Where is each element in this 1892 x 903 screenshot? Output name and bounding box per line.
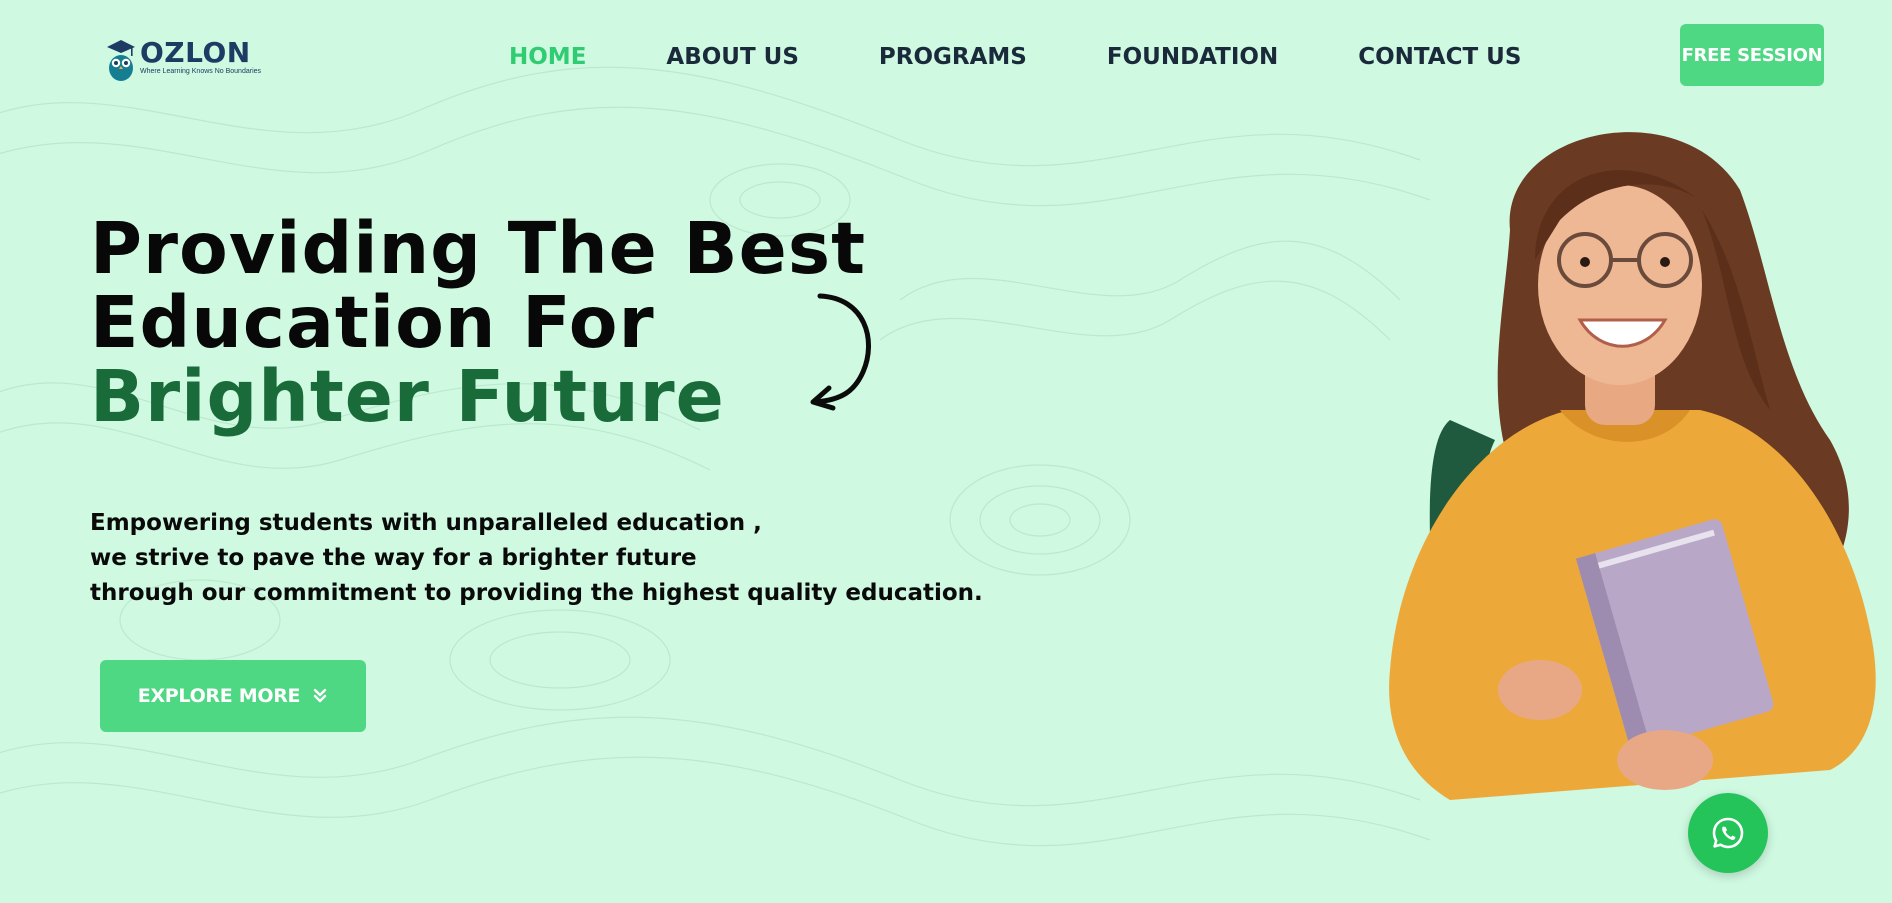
whatsapp-icon <box>1712 817 1744 849</box>
main-nav: HOME ABOUT US PROGRAMS FOUNDATION CONTAC… <box>509 40 1521 74</box>
explore-more-button[interactable]: EXPLORE MORE <box>100 660 366 732</box>
brand-name: OZLON <box>140 36 251 69</box>
hero-title-line-2: Education For <box>90 281 655 364</box>
double-chevron-down-icon <box>314 688 327 703</box>
hero-desc-line-2: we strive to pave the way for a brighter… <box>90 545 697 571</box>
free-session-button[interactable]: FREE SESSION <box>1680 24 1824 86</box>
curved-arrow-icon <box>810 293 872 411</box>
hero-heading-block: Providing The Best Education For Brighte… <box>90 212 866 434</box>
nav-about-us[interactable]: ABOUT US <box>666 40 799 74</box>
hero-title: Providing The Best Education For Brighte… <box>90 212 866 434</box>
hero-description: Empowering students with unparalleled ed… <box>90 506 983 611</box>
nav-contact-us[interactable]: CONTACT US <box>1358 40 1521 74</box>
hero-desc-line-3: through our commitment to providing the … <box>90 580 983 606</box>
nav-programs[interactable]: PROGRAMS <box>879 40 1027 74</box>
hero-title-accent: Brighter Future <box>90 355 725 438</box>
nav-home[interactable]: HOME <box>509 40 586 74</box>
hero-title-line-1: Providing The Best <box>90 207 867 290</box>
site-header: OZLON Where Learning Knows No Boundaries… <box>0 0 1892 112</box>
whatsapp-chat-button[interactable] <box>1688 793 1768 873</box>
brand-logo[interactable]: OZLON Where Learning Knows No Boundaries <box>106 38 261 82</box>
hero-desc-line-1: Empowering students with unparalleled ed… <box>90 510 762 536</box>
nav-foundation[interactable]: FOUNDATION <box>1107 40 1278 74</box>
owl-graduate-icon <box>107 40 135 81</box>
student-photo <box>1389 132 1876 800</box>
explore-more-label: EXPLORE MORE <box>137 685 301 707</box>
brand-tagline: Where Learning Knows No Boundaries <box>140 68 262 75</box>
